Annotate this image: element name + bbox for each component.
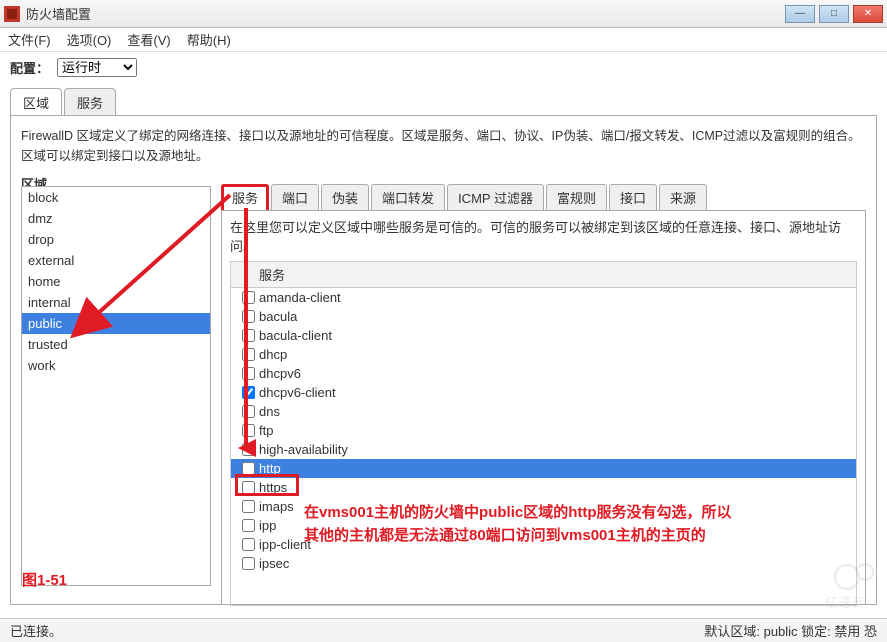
service-name: bacula-client [259, 328, 332, 343]
menu-help[interactable]: 帮助(H) [187, 30, 231, 49]
status-bar: 已连接。 默认区域: public 锁定: 禁用 恐 [0, 618, 887, 642]
service-row-dhcp[interactable]: dhcp [231, 345, 856, 364]
service-checkbox-ipp-client[interactable] [242, 538, 255, 551]
app-icon [4, 6, 20, 22]
service-checkbox-dhcp[interactable] [242, 348, 255, 361]
service-checkbox-dhcpv6[interactable] [242, 367, 255, 380]
inner-tab-masquerade[interactable]: 伪装 [321, 184, 369, 210]
zone-item-block[interactable]: block [22, 187, 210, 208]
service-checkbox-ipp[interactable] [242, 519, 255, 532]
tab-zone[interactable]: 区域 [10, 88, 62, 116]
config-label: 配置： [10, 58, 49, 77]
service-name: high-availability [259, 442, 348, 457]
inner-tab-services[interactable]: 服务 [221, 184, 269, 210]
menu-bar: 文件(F) 选项(O) 查看(V) 帮助(H) [0, 28, 887, 52]
inner-tab-interfaces[interactable]: 接口 [609, 184, 657, 210]
service-row-amanda-client[interactable]: amanda-client [231, 288, 856, 307]
inner-tab-sources[interactable]: 来源 [659, 184, 707, 210]
service-name: imaps [259, 499, 294, 514]
config-row: 配置： 运行时 [0, 52, 887, 83]
service-checkbox-ipsec[interactable] [242, 557, 255, 570]
service-row-bacula-client[interactable]: bacula-client [231, 326, 856, 345]
tab-service[interactable]: 服务 [64, 88, 116, 116]
inner-tab-ports[interactable]: 端口 [271, 184, 319, 210]
zone-item-trusted[interactable]: trusted [22, 334, 210, 355]
zone-item-work[interactable]: work [22, 355, 210, 376]
right-pane: 服务 端口 伪装 端口转发 ICMP 过滤器 富规则 接口 来源 在这里您可以定… [221, 184, 866, 590]
service-row-ftp[interactable]: ftp [231, 421, 856, 440]
service-row-bacula[interactable]: bacula [231, 307, 856, 326]
service-header-label: 服务 [259, 265, 285, 284]
menu-file[interactable]: 文件(F) [8, 30, 51, 49]
services-description: 在这里您可以定义区域中哪些服务是可信的。可信的服务可以被绑定到该区域的任意连接、… [230, 217, 857, 255]
window-title: 防火墙配置 [26, 4, 785, 23]
service-name: ipsec [259, 556, 289, 571]
service-name: dns [259, 404, 280, 419]
service-row-imaps[interactable]: imaps [231, 497, 856, 516]
minimize-button[interactable]: — [785, 5, 815, 23]
zone-item-home[interactable]: home [22, 271, 210, 292]
service-row-http[interactable]: http [231, 459, 856, 478]
service-row-ipp[interactable]: ipp [231, 516, 856, 535]
zone-item-public-label: public [28, 316, 62, 331]
zone-description: FirewallD 区域定义了绑定的网络连接、接口以及源地址的可信程度。区域是服… [21, 126, 866, 166]
service-checkbox-bacula-client[interactable] [242, 329, 255, 342]
service-checkbox-amanda-client[interactable] [242, 291, 255, 304]
service-row-https[interactable]: https [231, 478, 856, 497]
service-name: ipp [259, 518, 276, 533]
service-name: bacula [259, 309, 297, 324]
window-controls: — □ ✕ [785, 5, 883, 23]
service-table-body: amanda-client bacula bacula-client dhcp dhcp… [231, 288, 856, 573]
zone-item-public[interactable]: public [22, 313, 210, 334]
service-name: ipp-client [259, 537, 311, 552]
menu-options[interactable]: 选项(O) [67, 30, 112, 49]
menu-view[interactable]: 查看(V) [127, 30, 170, 49]
status-left: 已连接。 [10, 621, 62, 640]
service-row-dns[interactable]: dns [231, 402, 856, 421]
service-name: dhcpv6 [259, 366, 301, 381]
service-name: amanda-client [259, 290, 341, 305]
inner-panel: 在这里您可以定义区域中哪些服务是可信的。可信的服务可以被绑定到该区域的任意连接、… [221, 210, 866, 605]
service-checkbox-dns[interactable] [242, 405, 255, 418]
service-table: 服务 amanda-client bacula bacula-client dhcp d… [230, 261, 857, 606]
zone-item-drop[interactable]: drop [22, 229, 210, 250]
service-checkbox-ftp[interactable] [242, 424, 255, 437]
service-name: https [259, 480, 287, 495]
status-right: 默认区域: public 锁定: 禁用 恐 [704, 621, 877, 640]
service-row-dhcpv6[interactable]: dhcpv6 [231, 364, 856, 383]
inner-tab-rich-rules[interactable]: 富规则 [546, 184, 607, 210]
config-select[interactable]: 运行时 [57, 58, 137, 77]
maximize-button[interactable]: □ [819, 5, 849, 23]
service-checkbox-https[interactable] [242, 481, 255, 494]
service-row-high-availability[interactable]: high-availability [231, 440, 856, 459]
inner-tabs: 服务 端口 伪装 端口转发 ICMP 过滤器 富规则 接口 来源 [221, 184, 866, 210]
zone-item-internal[interactable]: internal [22, 292, 210, 313]
service-row-ipsec[interactable]: ipsec [231, 554, 856, 573]
zone-item-dmz[interactable]: dmz [22, 208, 210, 229]
service-name: dhcpv6-client [259, 385, 336, 400]
service-checkbox-http[interactable] [242, 462, 255, 475]
service-checkbox-imaps[interactable] [242, 500, 255, 513]
service-checkbox-high-availability[interactable] [242, 443, 255, 456]
service-name: ftp [259, 423, 273, 438]
service-name: dhcp [259, 347, 287, 362]
service-checkbox-bacula[interactable] [242, 310, 255, 323]
zone-item-external[interactable]: external [22, 250, 210, 271]
service-name: http [259, 461, 281, 476]
service-checkbox-dhcpv6-client[interactable] [242, 386, 255, 399]
inner-tab-port-forward[interactable]: 端口转发 [371, 184, 445, 210]
outer-tabs: 区域 服务 FirewallD 区域定义了绑定的网络连接、接口以及源地址的可信程… [10, 87, 877, 605]
close-button[interactable]: ✕ [853, 5, 883, 23]
zone-list[interactable]: block dmz drop external home internal pu… [21, 186, 211, 586]
service-row-ipp-client[interactable]: ipp-client [231, 535, 856, 554]
inner-tab-icmp-filter[interactable]: ICMP 过滤器 [447, 184, 544, 210]
service-row-dhcpv6-client[interactable]: dhcpv6-client [231, 383, 856, 402]
title-bar: 防火墙配置 — □ ✕ [0, 0, 887, 28]
service-table-header: 服务 [231, 262, 856, 288]
outer-panel: FirewallD 区域定义了绑定的网络连接、接口以及源地址的可信程度。区域是服… [10, 115, 877, 605]
figure-label: 图1-51 [22, 569, 67, 590]
